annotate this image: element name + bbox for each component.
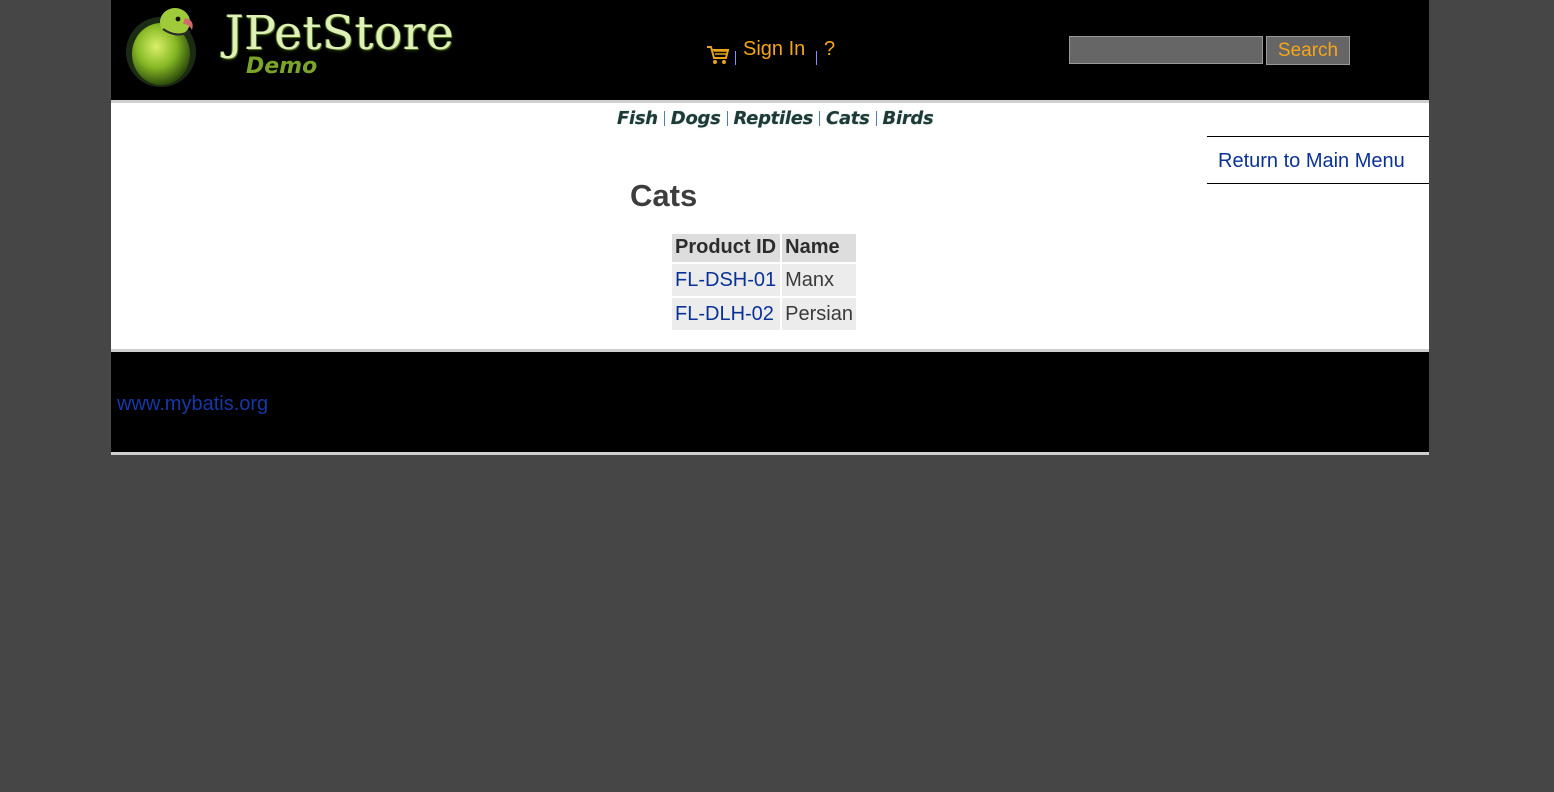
menu-separator xyxy=(816,51,817,65)
search-button[interactable]: Search xyxy=(1266,36,1350,65)
product-id-cell: FL-DSH-01 xyxy=(672,264,781,296)
cart-icon xyxy=(707,46,730,64)
mybatis-link[interactable]: www.mybatis.org xyxy=(117,393,268,416)
back-link-box: Return to Main Menu xyxy=(1207,136,1429,184)
product-name-cell: Manx xyxy=(782,264,856,296)
column-header-product-id: Product ID xyxy=(672,234,781,262)
logo-link[interactable]: JPetStore Demo xyxy=(125,4,455,90)
quicklink-fish[interactable]: Fish xyxy=(617,108,658,129)
help-link[interactable]: ? xyxy=(824,38,835,61)
return-to-main-menu-link[interactable]: Return to Main Menu xyxy=(1218,150,1405,173)
divider xyxy=(111,452,1429,455)
quicklink-birds[interactable]: Birds xyxy=(883,108,934,129)
quicklink-separator xyxy=(726,111,728,126)
search-input[interactable] xyxy=(1069,36,1263,64)
product-id-link[interactable]: FL-DLH-02 xyxy=(675,303,774,325)
table-row: FL-DLH-02 Persian xyxy=(672,298,856,330)
page-title: Cats xyxy=(630,178,698,213)
quicklink-cats[interactable]: Cats xyxy=(826,108,870,129)
quicklink-dogs[interactable]: Dogs xyxy=(671,108,721,129)
quicklink-separator xyxy=(663,111,665,126)
quicklink-separator xyxy=(875,111,877,126)
quicklink-separator xyxy=(819,111,821,126)
product-id-cell: FL-DLH-02 xyxy=(672,298,781,330)
quicklink-reptiles[interactable]: Reptiles xyxy=(734,108,814,129)
quick-links: Fish Dogs Reptiles Cats Birds xyxy=(617,108,934,132)
column-header-name: Name xyxy=(782,234,856,262)
table-row: FL-DSH-01 Manx xyxy=(672,264,856,296)
logo-title: JPetStore xyxy=(225,6,455,61)
content: Fish Dogs Reptiles Cats Birds Return to Main… xyxy=(111,103,1429,349)
footer: www.mybatis.org xyxy=(111,352,1429,452)
logo-subtitle: Demo xyxy=(246,54,318,79)
header: JPetStore Demo Sign In ? Search xyxy=(111,0,1429,100)
product-table: Product ID Name FL-DSH-01 Manx FL-DLH-02… xyxy=(670,232,858,332)
product-name-cell: Persian xyxy=(782,298,856,330)
menu-separator xyxy=(735,51,736,65)
page: JPetStore Demo Sign In ? Search Fish Dog… xyxy=(111,0,1429,455)
parrot-logo-icon xyxy=(126,8,196,87)
product-id-link[interactable]: FL-DSH-01 xyxy=(675,269,776,291)
table-header-row: Product ID Name xyxy=(672,234,856,262)
sign-in-link[interactable]: Sign In xyxy=(743,38,805,61)
